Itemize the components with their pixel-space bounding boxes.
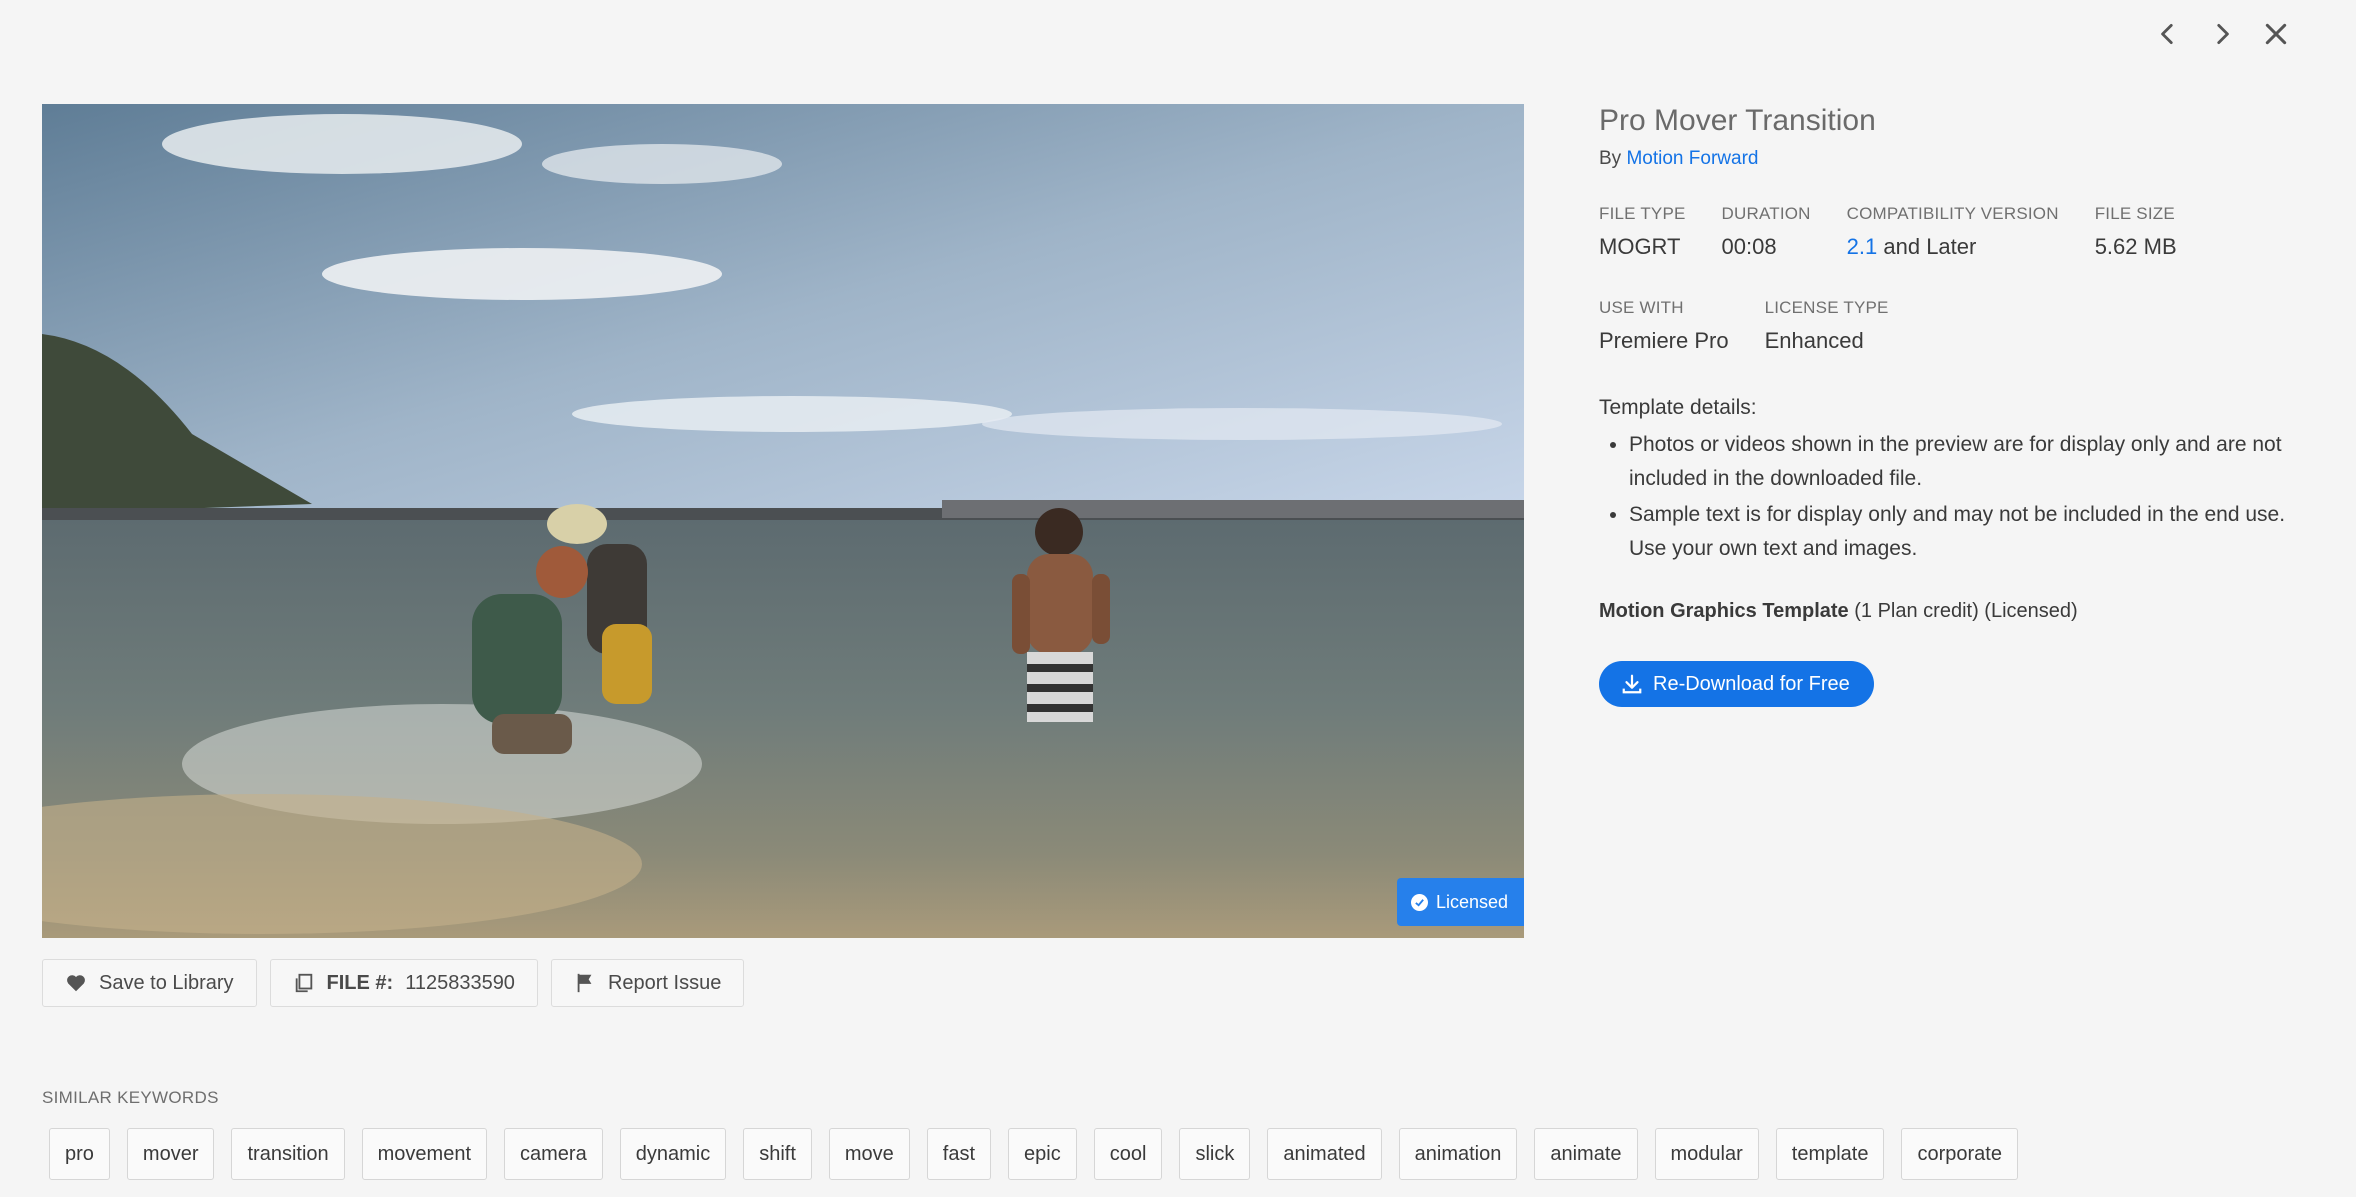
similar-keywords-heading: SIMILAR KEYWORDS [42, 1088, 219, 1107]
compatibility-suffix: and Later [1883, 234, 1977, 259]
template-details-list: Photos or videos shown in the preview ar… [1599, 428, 2289, 566]
file-number-label: FILE #: [326, 971, 394, 994]
template-detail-item: Photos or videos shown in the preview ar… [1629, 428, 2289, 496]
keyword-chip[interactable]: fast [926, 1128, 992, 1180]
heart-icon [67, 975, 85, 992]
close-icon [2265, 23, 2287, 45]
keyword-chip[interactable]: camera [504, 1128, 603, 1180]
copy-file-number-button[interactable]: FILE #: 1125833590 [269, 959, 538, 1007]
close-button[interactable] [2256, 14, 2296, 54]
licensed-badge: Licensed [1396, 878, 1524, 926]
compatibility-value: 2.1 and Later [1847, 234, 2059, 260]
keyword-chip[interactable]: animated [1267, 1128, 1382, 1180]
keyword-chip[interactable]: animation [1398, 1128, 1518, 1180]
template-preview[interactable]: Licensed [42, 104, 1524, 938]
previous-button[interactable] [2148, 14, 2188, 54]
asset-actions: Save to Library FILE #: 1125833590 Repor… [42, 959, 745, 1007]
template-title: Pro Mover Transition [1599, 104, 1876, 137]
keyword-chip[interactable]: animate [1534, 1128, 1638, 1180]
template-details-panel: Pro Mover Transition By Motion Forward F… [1599, 104, 2299, 707]
download-icon [1622, 674, 1642, 694]
meta-row-1: FILE TYPE MOGRT DURATION 00:08 COMPATIBI… [1599, 204, 2299, 260]
keyword-chip[interactable]: template [1775, 1128, 1885, 1180]
re-download-label: Re-Download for Free [1653, 672, 1850, 695]
compatibility-meta: COMPATIBILITY VERSION 2.1 and Later [1847, 204, 2059, 260]
license-type-meta: LICENSE TYPE Enhanced [1765, 298, 1889, 354]
re-download-button[interactable]: Re-Download for Free [1599, 661, 1874, 707]
flag-icon [577, 973, 592, 993]
file-type-value: MOGRT [1599, 234, 1681, 259]
file-size-label: FILE SIZE [2094, 204, 2175, 223]
keyword-chip[interactable]: corporate [1901, 1128, 2018, 1180]
file-type-meta: FILE TYPE MOGRT [1599, 204, 1686, 260]
keyword-chip[interactable]: movement [361, 1128, 488, 1180]
next-button[interactable] [2202, 14, 2242, 54]
template-detail-item: Sample text is for display only and may … [1629, 498, 2289, 566]
keyword-chip[interactable]: shift [743, 1128, 812, 1180]
keyword-chip[interactable]: mover [126, 1128, 215, 1180]
report-issue-label: Report Issue [607, 971, 722, 994]
beach-scene-image [42, 104, 1524, 938]
template-details-heading: Template details: [1599, 396, 1757, 419]
file-number-value: 1125833590 [405, 971, 515, 994]
report-issue-button[interactable]: Report Issue [550, 959, 745, 1007]
credit-detail: (1 Plan credit) (Licensed) [1854, 600, 2078, 622]
duration-label: DURATION [1721, 204, 1811, 223]
check-circle-icon [1410, 893, 1428, 911]
meta-row-2: USE WITH Premiere Pro LICENSE TYPE Enhan… [1599, 298, 2299, 354]
file-type-label: FILE TYPE [1599, 204, 1686, 223]
keyword-chip[interactable]: modular [1654, 1128, 1759, 1180]
keyword-list: pro mover transition movement camera dynamic s… [49, 1128, 2018, 1180]
duration-meta: DURATION 00:08 [1722, 204, 1811, 260]
keyword-chip[interactable]: slick [1179, 1128, 1251, 1180]
byline: By Motion Forward [1599, 148, 2299, 170]
keyword-chip[interactable]: transition [231, 1128, 345, 1180]
keyword-chip[interactable]: dynamic [619, 1128, 727, 1180]
author-link[interactable]: Motion Forward [1626, 148, 1758, 169]
license-type-link[interactable]: Enhanced [1765, 328, 1889, 354]
viewer-navigation [2148, 14, 2296, 54]
licensed-label: Licensed [1435, 891, 1508, 912]
use-with-meta: USE WITH Premiere Pro [1599, 298, 1729, 354]
copy-icon [295, 973, 312, 993]
keyword-chip[interactable]: cool [1093, 1128, 1163, 1180]
chevron-right-icon [2217, 23, 2229, 45]
use-with-label: USE WITH [1599, 298, 1684, 317]
use-with-value: Premiere Pro [1599, 328, 1729, 353]
file-size-value: 5.62 MB [2094, 234, 2177, 259]
compatibility-label: COMPATIBILITY VERSION [1846, 204, 2059, 223]
keyword-chip[interactable]: pro [49, 1128, 110, 1180]
keyword-chip[interactable]: move [828, 1128, 910, 1180]
keyword-chip[interactable]: epic [1008, 1128, 1077, 1180]
by-prefix: By [1599, 148, 1622, 169]
duration-value: 00:08 [1721, 234, 1777, 259]
credit-type: Motion Graphics Template [1599, 600, 1849, 622]
credit-info: Motion Graphics Template (1 Plan credit)… [1599, 600, 2299, 623]
save-to-library-label: Save to Library [99, 971, 234, 994]
license-type-label: LICENSE TYPE [1764, 298, 1889, 317]
file-size-meta: FILE SIZE 5.62 MB [2095, 204, 2177, 260]
compatibility-version-link[interactable]: 2.1 [1847, 234, 1878, 259]
chevron-left-icon [2161, 23, 2173, 45]
save-to-library-button[interactable]: Save to Library [42, 959, 257, 1007]
